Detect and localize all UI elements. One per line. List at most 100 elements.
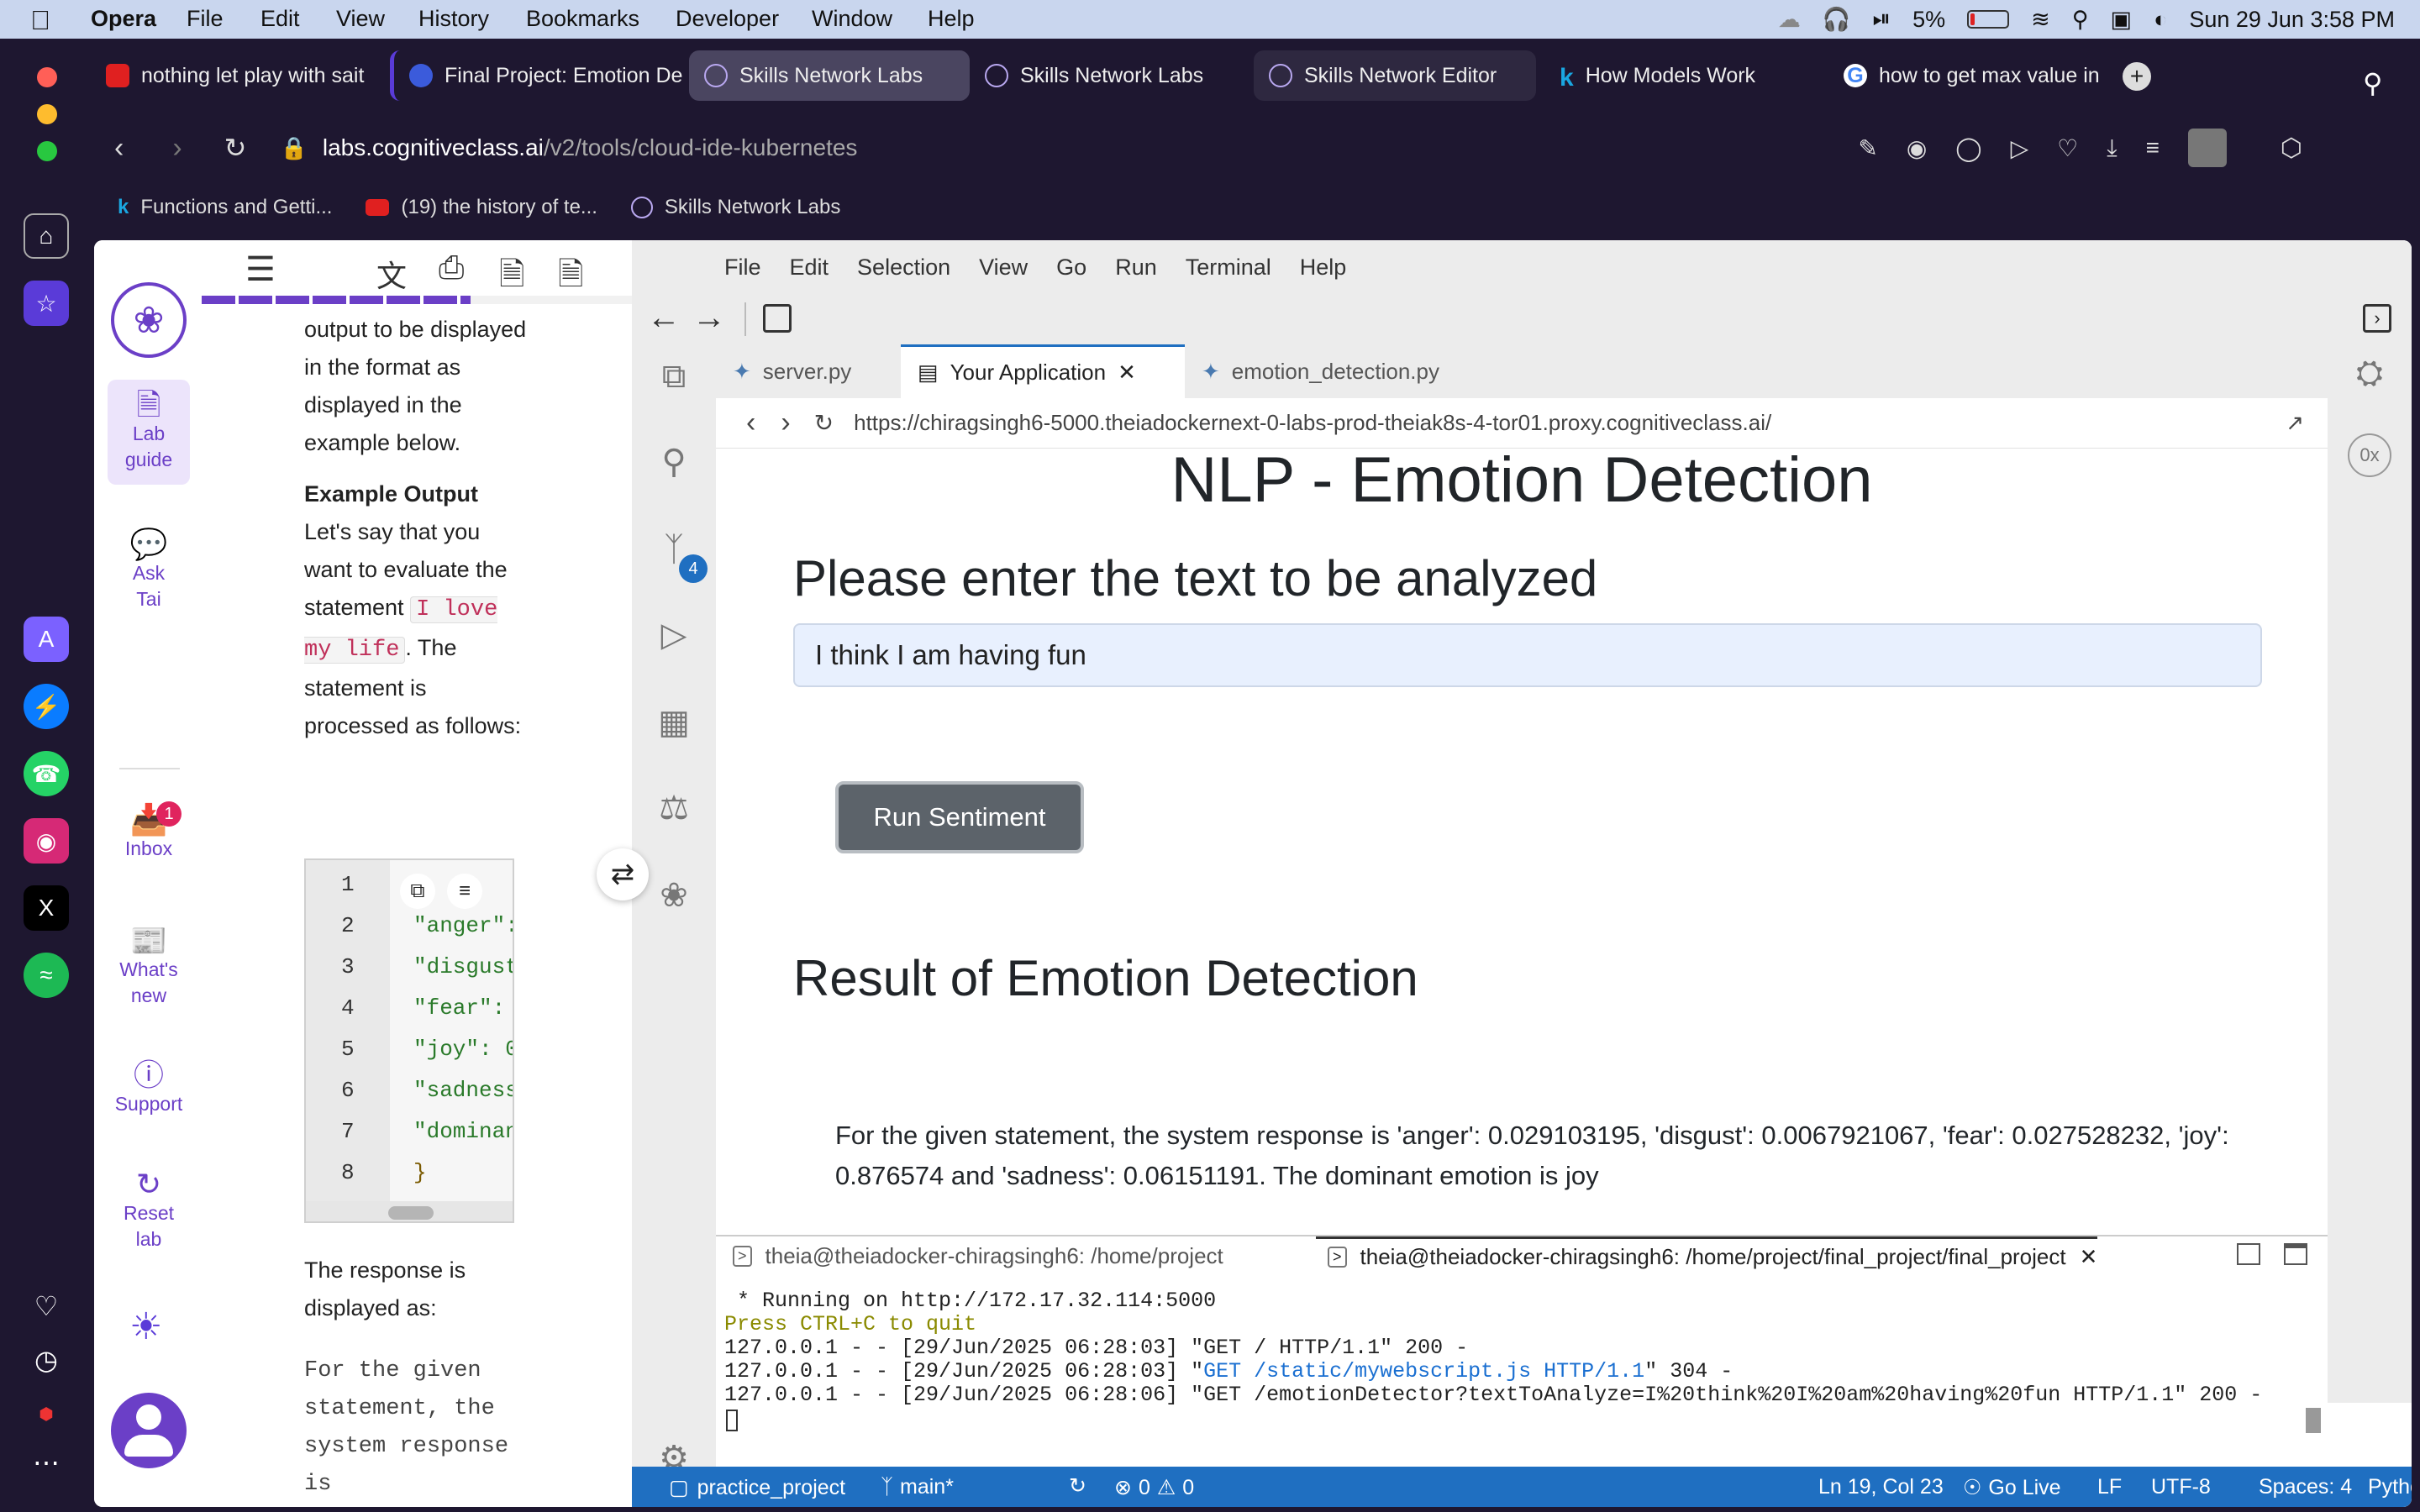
menubar-app-name[interactable]: Opera xyxy=(91,6,156,32)
status-indentation[interactable]: Spaces: 4 xyxy=(2259,1475,2352,1499)
messenger-icon[interactable]: ⚡ xyxy=(24,684,69,729)
headphones-icon[interactable]: 🎧 xyxy=(1823,6,1851,33)
window-zoom-button[interactable] xyxy=(37,141,57,161)
menubar-history[interactable]: History xyxy=(418,6,489,32)
more-dots-icon[interactable]: ⋯ xyxy=(24,1440,69,1485)
nav-inbox[interactable]: 📥 Inbox 1 xyxy=(108,801,190,862)
preview-back-icon[interactable]: ‹ xyxy=(746,407,755,439)
copy-code-icon[interactable]: ⧉ xyxy=(400,874,435,909)
status-project[interactable]: ▢ practice_project xyxy=(669,1475,845,1500)
back-arrow-icon[interactable]: ‹ xyxy=(114,132,124,165)
wifi-icon[interactable]: ≋ xyxy=(2031,7,2050,33)
forward-arrow-icon[interactable]: › xyxy=(172,132,182,165)
bookmark-item[interactable]: k Functions and Getti... xyxy=(118,196,332,219)
ide-menu-file[interactable]: File xyxy=(724,255,761,281)
translate-icon[interactable]: 文 xyxy=(376,252,407,296)
editor-tab[interactable]: ✦ server.py xyxy=(716,344,901,398)
spotify-icon[interactable]: ≈ xyxy=(24,953,69,998)
close-tab-icon[interactable]: ✕ xyxy=(1118,360,1136,386)
explorer-files-icon[interactable]: ⧉ xyxy=(652,354,696,398)
run-debug-icon[interactable]: ▷ xyxy=(652,613,696,657)
heart-icon[interactable]: ♡ xyxy=(2057,134,2078,162)
graph-icon[interactable]: ⛭ xyxy=(2348,351,2391,395)
bookmark-item[interactable]: (19) the history of te... xyxy=(366,196,597,219)
status-encoding[interactable]: UTF-8 xyxy=(2151,1475,2211,1499)
menubar-window[interactable]: Window xyxy=(812,6,892,32)
theme-toggle-sun-icon[interactable]: ☀ xyxy=(129,1305,162,1348)
ide-menu-selection[interactable]: Selection xyxy=(857,255,950,281)
profile-avatar[interactable] xyxy=(2188,129,2227,167)
home-icon[interactable]: ⌂ xyxy=(24,213,69,259)
sync-icon[interactable]: ↻ xyxy=(1069,1473,1086,1499)
skills-network-toolbox-icon[interactable]: ❀ xyxy=(652,874,696,917)
status-go-live[interactable]: ☉ Go Live xyxy=(1963,1475,2061,1500)
tab-search-icon[interactable]: ⚲ xyxy=(2363,67,2382,99)
hex-ox-icon[interactable]: 0x xyxy=(2348,433,2391,477)
preview-url-field[interactable]: https://chiragsingh6-5000.theiadockernex… xyxy=(854,410,1771,436)
skills-network-logo[interactable]: ❀ xyxy=(111,282,187,358)
play-circle-icon[interactable]: ⏯ xyxy=(1872,6,1891,33)
easy-setup-icon[interactable]: ≡ xyxy=(2146,134,2160,161)
instagram-icon[interactable]: ◉ xyxy=(24,818,69,864)
shield-icon[interactable]: ◯ xyxy=(1955,134,1981,162)
browser-tab[interactable]: G how to get max value in xyxy=(1828,50,2106,101)
split-terminal-icon[interactable] xyxy=(2237,1243,2260,1265)
window-close-button[interactable] xyxy=(37,67,57,87)
aria-cube-icon[interactable]: ⬡ xyxy=(2281,134,2302,163)
browser-tab[interactable]: Skills Network Editor xyxy=(1254,50,1536,101)
status-problems[interactable]: ⊗ 0 ⚠ 0 xyxy=(1114,1475,1194,1500)
status-branch[interactable]: ᛉ main* xyxy=(881,1475,954,1499)
screen-share-icon[interactable]: ▣ xyxy=(2111,7,2133,33)
ide-menu-go[interactable]: Go xyxy=(1056,255,1086,281)
history-clock-icon[interactable]: ◷ xyxy=(24,1337,69,1383)
nav-whats-new[interactable]: 📰 What's new xyxy=(108,926,190,1009)
apple-icon[interactable]:  xyxy=(30,5,50,36)
bookmark-item[interactable]: Skills Network Labs xyxy=(630,196,840,219)
print-icon[interactable]: ⎙ xyxy=(439,250,464,286)
terminal-scrollbar-thumb[interactable] xyxy=(2306,1408,2321,1433)
nav-forward-arrow-icon[interactable]: → xyxy=(692,299,726,337)
edit-icon[interactable]: ✎ xyxy=(1858,134,1877,162)
code-scrollbar-thumb[interactable] xyxy=(388,1206,434,1220)
preview-reload-icon[interactable]: ↻ xyxy=(814,409,834,437)
open-external-icon[interactable]: ↗ xyxy=(2286,410,2304,436)
menubar-help[interactable]: Help xyxy=(928,6,975,32)
ide-menu-view[interactable]: View xyxy=(979,255,1028,281)
ide-menu-run[interactable]: Run xyxy=(1115,255,1157,281)
wrap-code-icon[interactable]: ≡ xyxy=(447,874,482,909)
nav-support[interactable]: ⓘ Support xyxy=(108,1060,190,1117)
nav-ask-tai[interactable]: 💬 Ask Tai xyxy=(108,529,190,612)
whatsapp-icon[interactable]: ☎ xyxy=(24,751,69,796)
status-cursor-position[interactable]: Ln 19, Col 23 xyxy=(1818,1475,1944,1499)
terminal-tab[interactable]: > theia@theiadocker-chiragsingh6: /home/… xyxy=(733,1243,1223,1269)
speed-dial-star-icon[interactable]: ☆ xyxy=(24,281,69,326)
editor-tab-active[interactable]: ▤ Your Application ✕ xyxy=(901,344,1185,398)
heart-icon[interactable]: ♡ xyxy=(24,1284,69,1329)
swap-panels-icon[interactable]: ⇄ xyxy=(597,848,649,900)
toc-menu-icon[interactable]: ☰ xyxy=(245,250,276,289)
status-eol[interactable]: LF xyxy=(2097,1475,2122,1499)
menubar-view[interactable]: View xyxy=(336,6,385,32)
browser-tab[interactable]: nothing let play with sait xyxy=(91,50,376,101)
new-tab-plus-icon[interactable]: + xyxy=(2123,62,2151,91)
ide-menu-help[interactable]: Help xyxy=(1300,255,1347,281)
run-sentiment-analysis-button[interactable]: Run Sentiment Analysis xyxy=(835,781,1084,897)
x-twitter-icon[interactable]: X xyxy=(24,885,69,931)
download-icon[interactable]: ⤓ xyxy=(2107,134,2117,162)
battery-icon[interactable] xyxy=(1967,10,2010,29)
preview-forward-icon[interactable]: › xyxy=(781,407,790,439)
browser-tab-active[interactable]: Skills Network Labs xyxy=(689,50,970,101)
ide-menu-terminal[interactable]: Terminal xyxy=(1186,255,1271,281)
toggle-right-panel-icon[interactable]: › xyxy=(2363,304,2391,333)
status-language[interactable]: Python xyxy=(2368,1475,2412,1499)
menubar-bookmarks[interactable]: Bookmarks xyxy=(526,6,639,32)
menubar-file[interactable]: File xyxy=(187,6,224,32)
menubar-developer[interactable]: Developer xyxy=(676,6,779,32)
maximize-panel-icon[interactable] xyxy=(2284,1243,2307,1265)
camera-icon[interactable]: ◉ xyxy=(1907,134,1927,162)
ublock-icon[interactable]: ⬢ xyxy=(24,1391,69,1436)
window-minimize-button[interactable] xyxy=(37,104,57,124)
cloud-icon[interactable]: ☁ xyxy=(1778,7,1801,33)
text-to-analyze-input[interactable] xyxy=(793,623,2262,687)
control-center-icon[interactable]: ◐ xyxy=(2154,7,2167,33)
